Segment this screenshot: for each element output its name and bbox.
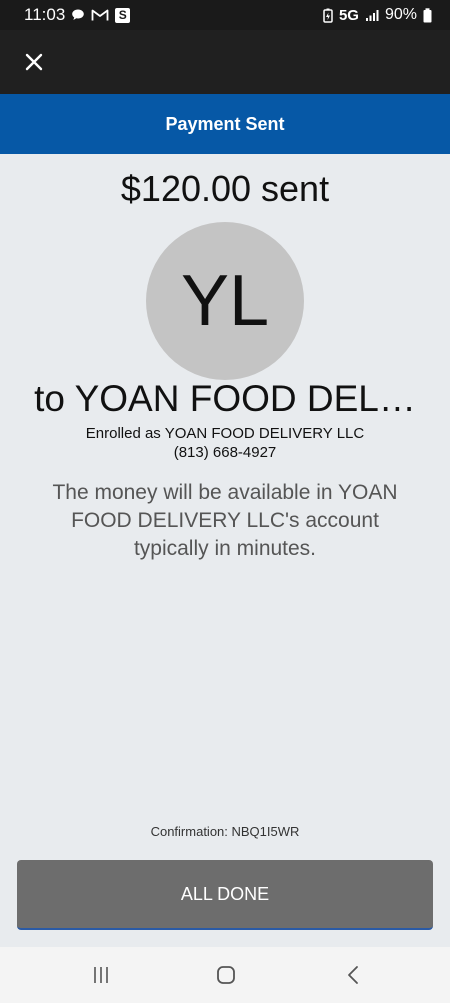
avatar-initials: YL (180, 261, 270, 341)
recent-apps-icon (91, 966, 111, 984)
status-time: 11:03 (24, 5, 66, 24)
home-icon (216, 965, 236, 985)
close-button[interactable] (14, 42, 54, 82)
gmail-icon (91, 8, 109, 22)
recent-apps-button[interactable] (86, 961, 116, 989)
confirmation-number: Confirmation: NBQ1I5WR (150, 824, 300, 839)
all-done-button[interactable]: ALL DONE (17, 860, 433, 930)
home-button[interactable] (211, 961, 241, 989)
network-type: 5G (338, 6, 359, 24)
app-bar (0, 30, 450, 94)
page-title: Payment Sent (165, 113, 285, 134)
status-left: 11:03 S (24, 5, 131, 25)
recipient-name: to YOAN FOOD DEL… (34, 378, 416, 419)
avatar: YL (146, 222, 304, 380)
chat-bubble-icon (71, 8, 85, 22)
close-icon (25, 53, 43, 71)
battery-saver-icon (323, 8, 333, 23)
recipient-phone: (813) 668-4927 (173, 444, 277, 461)
system-nav-bar (0, 947, 450, 1003)
enrolled-as: Enrolled as YOAN FOOD DELIVERY LLC (85, 425, 365, 442)
battery-percent: 90% (384, 6, 417, 23)
s-app-icon: S (115, 7, 131, 23)
status-right: 5G 90% (323, 6, 432, 24)
back-icon (346, 965, 360, 985)
page-title-bar: Payment Sent (0, 94, 450, 154)
all-done-label: ALL DONE (180, 883, 270, 904)
signal-icon (365, 9, 379, 22)
back-button[interactable] (338, 961, 368, 989)
amount-sent: $120.00 sent (120, 168, 330, 209)
status-bar: 11:03 S 5G 90% (0, 0, 450, 30)
availability-message: The money will be available in YOAN FOOD… (52, 481, 398, 560)
battery-icon (423, 7, 432, 23)
